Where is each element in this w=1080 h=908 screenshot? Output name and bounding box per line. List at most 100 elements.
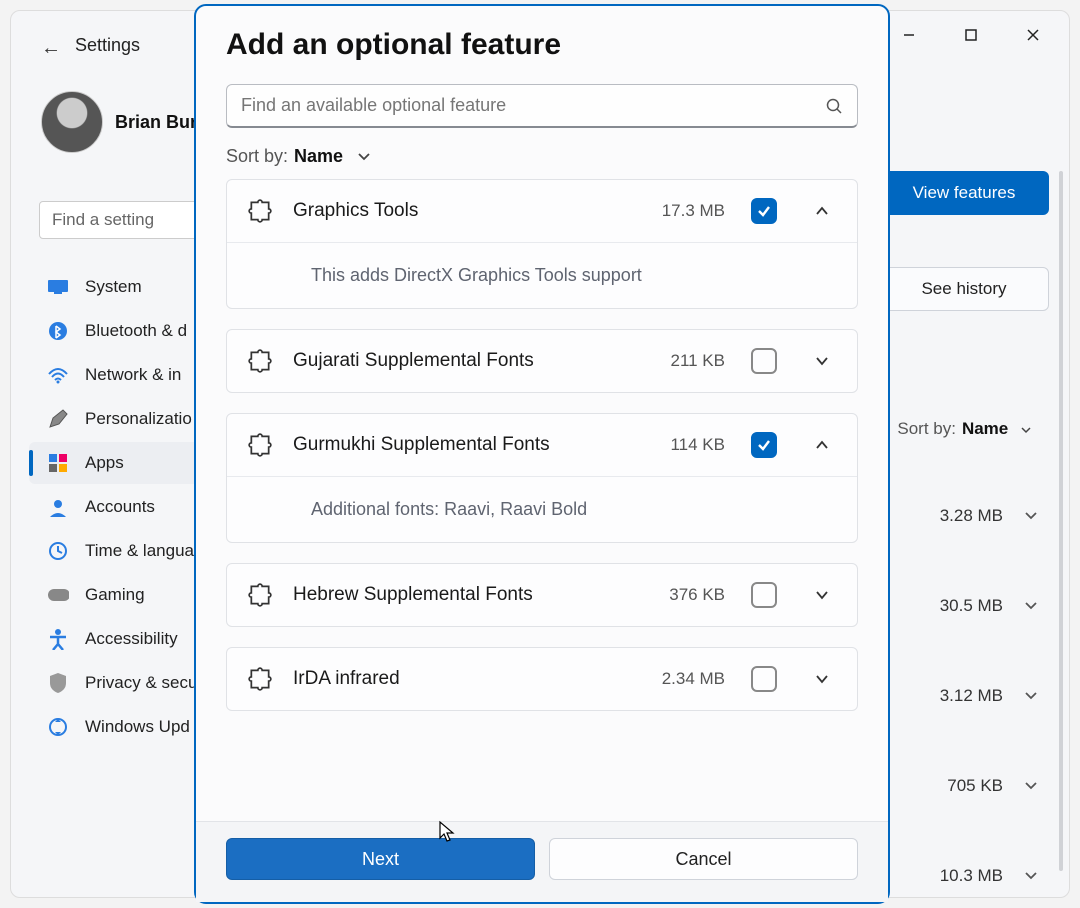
feature-card: Graphics Tools 17.3 MB This adds DirectX G… (226, 179, 858, 309)
chevron-down-icon[interactable] (807, 586, 837, 604)
next-button[interactable]: Next (226, 838, 535, 880)
nav-icon (47, 496, 69, 518)
scrollbar[interactable] (1059, 171, 1063, 871)
feature-name: Hebrew Supplemental Fonts (293, 584, 649, 606)
nav-icon (47, 628, 69, 650)
feature-card: Hebrew Supplemental Fonts 376 KB (226, 563, 858, 627)
cancel-button[interactable]: Cancel (549, 838, 858, 880)
chevron-down-icon (1023, 778, 1039, 794)
background-list: 3.28 MB 30.5 MB 3.12 MB 705 KB 10.3 MB (879, 471, 1039, 898)
feature-description: Additional fonts: Raavi, Raavi Bold (227, 476, 857, 542)
see-history-button[interactable]: See history (879, 267, 1049, 311)
user-block[interactable]: Brian Bur (41, 91, 197, 153)
feature-checkbox[interactable] (751, 666, 777, 692)
feature-size: 2.34 MB (662, 669, 725, 689)
feature-description: This adds DirectX Graphics Tools support (227, 242, 857, 308)
puzzle-icon (247, 198, 273, 224)
sort-value: Name (962, 419, 1008, 438)
page-title: Settings (75, 35, 140, 56)
bg-feature-row[interactable]: 705 KB (879, 741, 1039, 831)
user-name: Brian Bur (115, 112, 197, 133)
window-controls (873, 11, 1069, 59)
feature-size: 17.3 MB (662, 201, 725, 221)
search-placeholder: Find an available optional feature (241, 95, 506, 116)
dialog-sort[interactable]: Sort by: Name (226, 146, 858, 167)
nav-icon (47, 584, 69, 606)
view-features-button[interactable]: View features (879, 171, 1049, 215)
nav-icon (47, 320, 69, 342)
puzzle-icon (247, 348, 273, 374)
back-button[interactable]: ← (41, 37, 61, 60)
chevron-down-icon[interactable] (807, 670, 837, 688)
sort-label: Sort by: (897, 419, 956, 438)
feature-name: Gujarati Supplemental Fonts (293, 350, 650, 372)
bg-size: 705 KB (947, 776, 1003, 796)
feature-checkbox[interactable] (751, 198, 777, 224)
feature-row[interactable]: IrDA infrared 2.34 MB (227, 648, 857, 710)
feature-card: Gujarati Supplemental Fonts 211 KB (226, 329, 858, 393)
nav-label: Time & langua (85, 541, 194, 561)
search-input[interactable]: Find an available optional feature (226, 84, 858, 128)
feature-row[interactable]: Gurmukhi Supplemental Fonts114 KB (227, 414, 857, 476)
bg-feature-row[interactable]: 3.28 MB (879, 471, 1039, 561)
chevron-down-icon (1023, 598, 1039, 614)
chevron-down-icon[interactable] (807, 352, 837, 370)
sort-label: Sort by: (226, 146, 288, 166)
bg-size: 3.28 MB (940, 506, 1003, 526)
nav-label: Apps (85, 453, 124, 473)
puzzle-icon (247, 582, 273, 608)
dialog-footer: Next Cancel (196, 821, 888, 902)
nav-label: System (85, 277, 142, 297)
bg-feature-row[interactable]: 3.12 MB (879, 651, 1039, 741)
chevron-down-icon (1023, 868, 1039, 884)
bg-size: 3.12 MB (940, 686, 1003, 706)
nav-icon (47, 672, 69, 694)
bg-feature-row[interactable]: 10.3 MB (879, 831, 1039, 898)
bg-size: 30.5 MB (940, 596, 1003, 616)
feature-card: IrDA infrared 2.34 MB (226, 647, 858, 711)
feature-checkbox[interactable] (751, 348, 777, 374)
close-button[interactable] (1015, 23, 1051, 47)
puzzle-icon (247, 666, 273, 692)
background-sort[interactable]: Sort by: Name (897, 419, 1033, 439)
nav-label: Windows Upd (85, 717, 190, 737)
feature-checkbox[interactable] (751, 432, 777, 458)
nav-icon (47, 452, 69, 474)
nav-label: Accounts (85, 497, 155, 517)
nav-label: Privacy & secu (85, 673, 197, 693)
feature-checkbox[interactable] (751, 582, 777, 608)
dialog-title: Add an optional feature (196, 28, 888, 62)
nav-label: Personalizatio (85, 409, 192, 429)
avatar (41, 91, 103, 153)
bg-size: 10.3 MB (940, 866, 1003, 886)
feature-name: Graphics Tools (293, 200, 642, 222)
feature-row[interactable]: Hebrew Supplemental Fonts 376 KB (227, 564, 857, 626)
nav-icon (47, 408, 69, 430)
feature-card: Gurmukhi Supplemental Fonts114 KBAdditio… (226, 413, 858, 543)
nav-icon (47, 716, 69, 738)
search-icon (825, 97, 843, 115)
maximize-button[interactable] (953, 23, 989, 47)
bg-feature-row[interactable]: 30.5 MB (879, 561, 1039, 651)
nav-icon (47, 540, 69, 562)
nav-label: Accessibility (85, 629, 178, 649)
feature-name: Gurmukhi Supplemental Fonts (293, 434, 650, 456)
feature-size: 376 KB (669, 585, 725, 605)
nav-icon (47, 276, 69, 298)
nav-icon (47, 364, 69, 386)
feature-size: 211 KB (670, 351, 725, 371)
feature-row[interactable]: Graphics Tools 17.3 MB (227, 180, 857, 242)
puzzle-icon (247, 432, 273, 458)
chevron-down-icon (1023, 688, 1039, 704)
nav-label: Network & in (85, 365, 181, 385)
sort-value: Name (294, 146, 343, 166)
right-panel: View features See history (879, 171, 1049, 311)
chevron-up-icon[interactable] (807, 202, 837, 220)
nav-label: Bluetooth & d (85, 321, 187, 341)
chevron-down-icon (1023, 508, 1039, 524)
minimize-button[interactable] (891, 23, 927, 47)
feature-name: IrDA infrared (293, 668, 642, 690)
feature-row[interactable]: Gujarati Supplemental Fonts 211 KB (227, 330, 857, 392)
nav-label: Gaming (85, 585, 145, 605)
chevron-up-icon[interactable] (807, 436, 837, 454)
